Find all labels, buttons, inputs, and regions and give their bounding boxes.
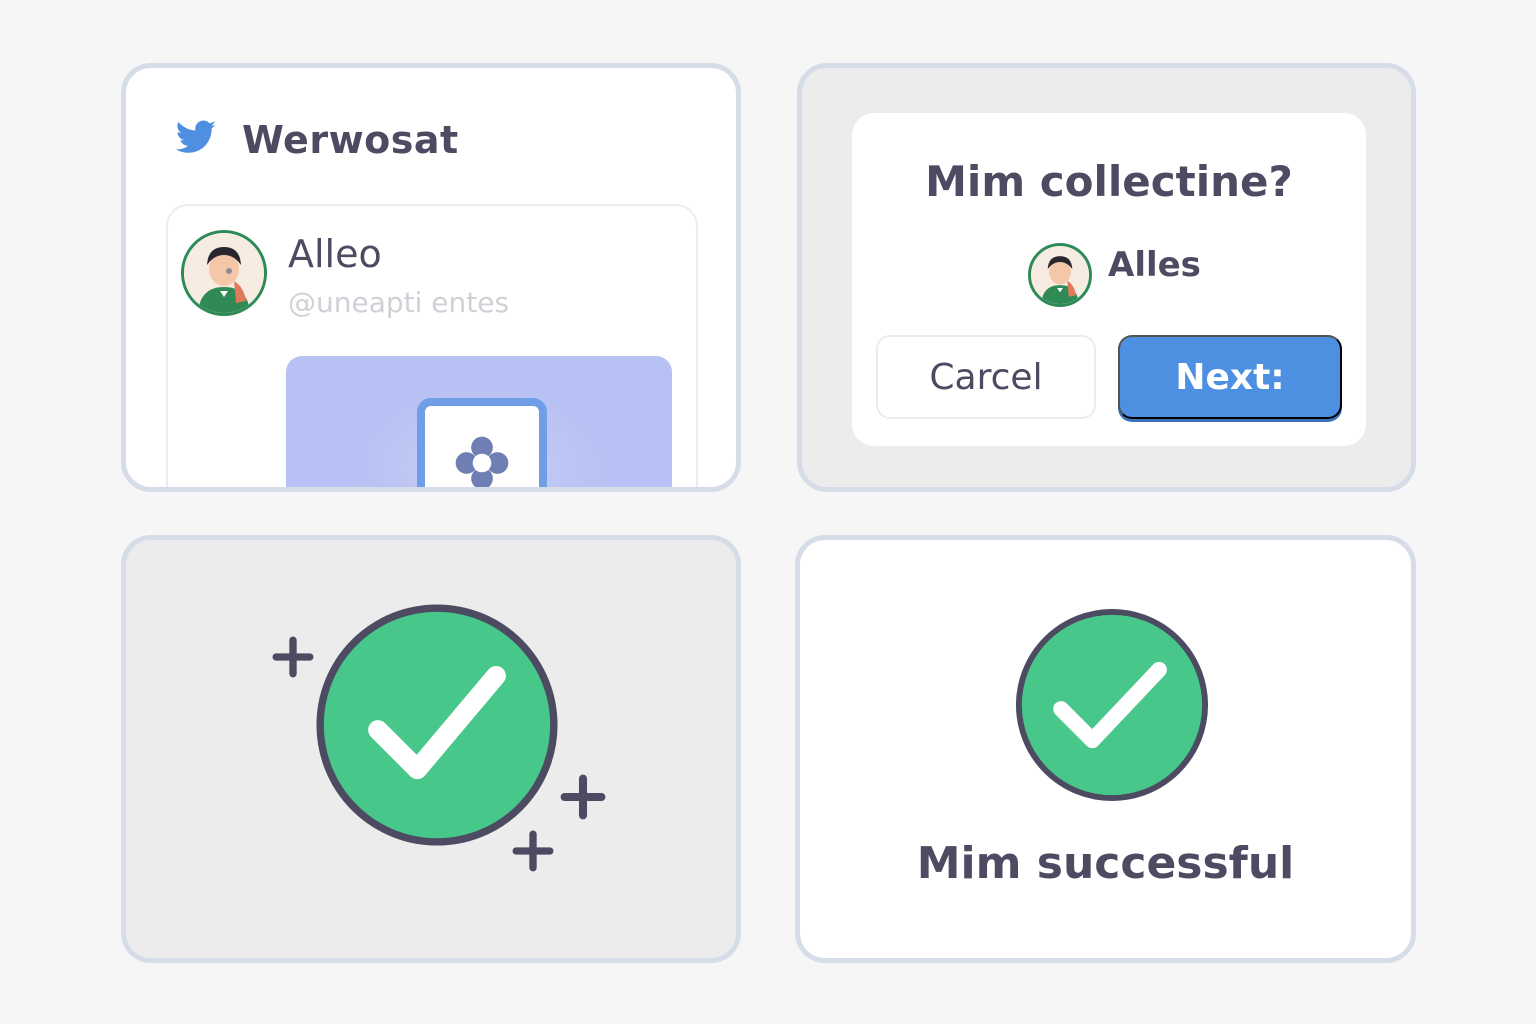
post-handle: @uneapti entes [288,286,510,319]
post-media[interactable] [286,356,672,487]
avatar[interactable] [181,230,267,316]
media-tile [417,398,547,487]
plus-icon [560,774,606,820]
confirm-dialog: Mim collectine? Alles Carcel Next: [852,113,1366,446]
bird-icon [174,120,218,160]
dialog-user-name: Alles [1108,245,1201,285]
success-message: Mim successful [916,838,1295,889]
dialog-title: Mim collectine? [925,157,1293,206]
post-author-name[interactable]: Alleo [288,232,382,276]
post-card[interactable]: Alleo @uneapti entes [166,204,698,487]
cancel-button[interactable]: Carcel [876,335,1096,419]
social-feed-panel: Werwosat Alleo @uneapti entes [121,63,741,492]
plus-icon [512,830,554,872]
next-button[interactable]: Next: [1118,335,1342,419]
avatar [1028,243,1092,307]
flower-icon [455,436,509,487]
app-title: Werwosat [242,118,459,162]
dialog-panel: Mim collectine? Alles Carcel Next: [797,63,1416,492]
success-panel: Mim successful [795,535,1416,963]
check-circle-icon [314,602,560,848]
plus-icon [272,636,314,678]
app-header: Werwosat [174,118,459,162]
check-circle-icon [1014,607,1210,803]
confirmation-panel [121,535,741,963]
